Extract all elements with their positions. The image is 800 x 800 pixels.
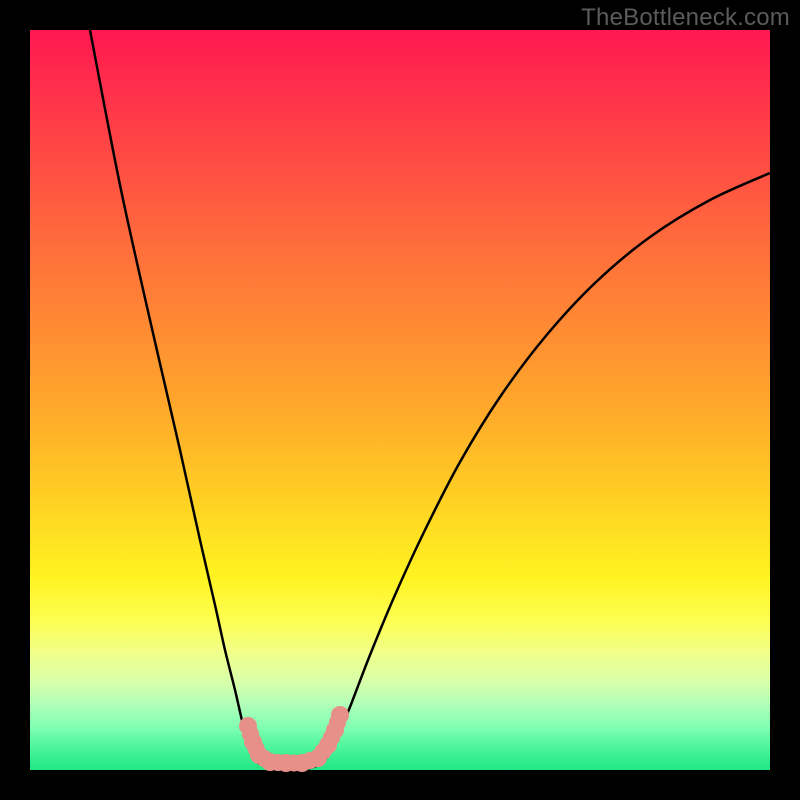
watermark-text: TheBottleneck.com	[581, 4, 790, 32]
curve-marker	[261, 753, 279, 771]
curve-marker	[277, 754, 295, 772]
chart-frame: TheBottleneck.com	[0, 0, 800, 800]
bottleneck-curve	[90, 30, 770, 770]
curve-marker	[293, 754, 311, 772]
curve-marker	[331, 706, 349, 724]
marker-group	[239, 706, 349, 772]
plot-area	[30, 30, 770, 770]
curve-layer	[30, 30, 770, 770]
curve-marker	[239, 717, 257, 735]
